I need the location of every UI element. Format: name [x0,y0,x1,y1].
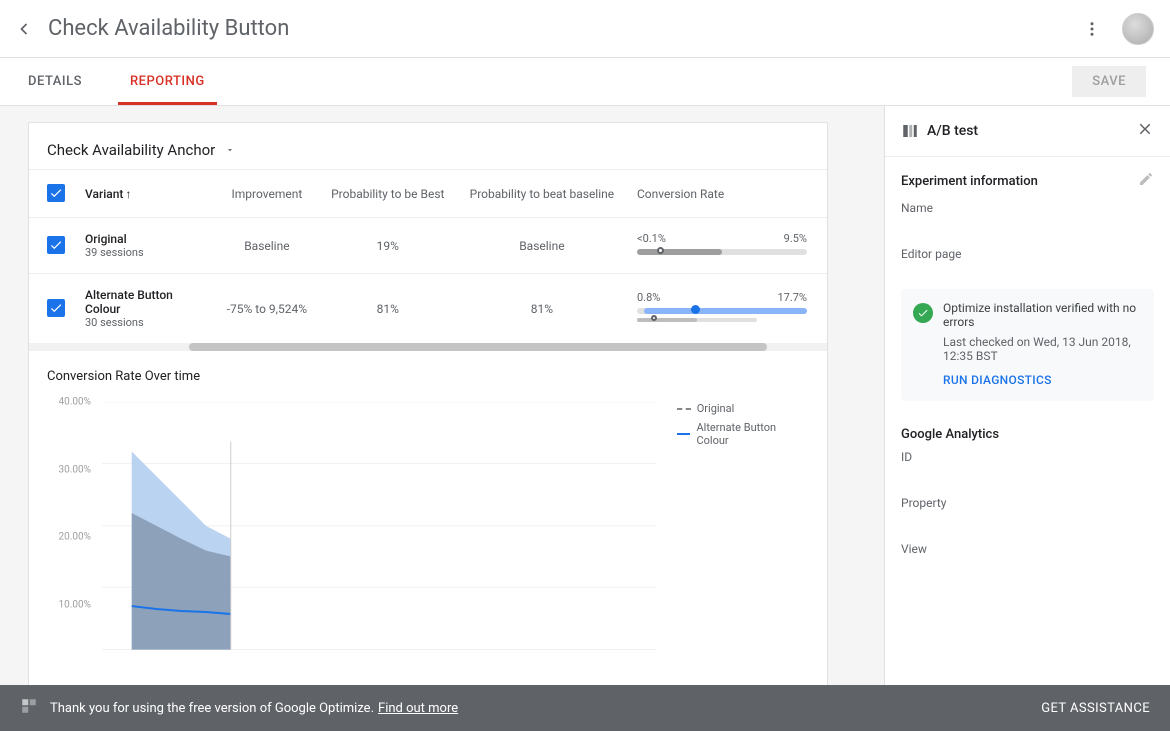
ytick: 10.00% [59,599,91,610]
tab-reporting[interactable]: REPORTING [126,58,209,105]
field-ga-id: ID [885,446,1170,492]
ytick: 30.00% [59,464,91,475]
ytick: 20.00% [59,532,91,543]
chevron-down-icon [225,145,235,155]
field-ga-view: View [885,538,1170,584]
close-panel-button[interactable] [1136,120,1154,142]
conversion-range-bar [637,249,807,255]
field-editor-page: Editor page [885,243,1170,289]
variants-table: Variant↑ Improvement Probability to be B… [29,169,827,343]
run-diagnostics-link[interactable]: RUN DIAGNOSTICS [943,373,1142,387]
sort-asc-icon: ↑ [125,187,131,201]
cr-low: 0.8% [637,291,660,304]
col-conv-rate[interactable]: Conversion Rate [627,170,827,218]
ab-test-icon [901,122,919,140]
section-title: Experiment information [901,174,1038,189]
row-checkbox[interactable] [47,299,65,317]
col-prob-best[interactable]: Probability to be Best [319,170,457,218]
pencil-icon [1138,171,1154,187]
footer-link[interactable]: Find out more [378,701,458,716]
col-improvement[interactable]: Improvement [215,170,319,218]
arrow-left-icon [14,19,34,39]
cell-prob-best: 81% [319,274,457,344]
select-all-checkbox[interactable] [47,184,65,202]
table-row: Original 39 sessions Baseline 19% Baseli… [29,218,827,274]
cell-prob-beat: Baseline [457,218,627,274]
row-checkbox[interactable] [47,236,65,254]
sidebar-panel: A/B test Experiment information Name Edi… [884,106,1170,685]
objective-selector[interactable]: Check Availability Anchor [47,141,235,159]
objective-label: Check Availability Anchor [47,141,215,159]
edit-button[interactable] [1138,171,1154,191]
variant-sessions: 30 sessions [85,316,205,329]
panel-title: A/B test [927,123,978,139]
variant-name: Original [85,232,205,246]
legend-series: Alternate Button Colour [696,421,809,447]
page-title: Check Availability Button [48,16,1074,41]
field-name: Name [885,197,1170,243]
col-variant[interactable]: Variant↑ [75,170,215,218]
user-avatar[interactable] [1122,13,1154,45]
footer-bar: Thank you for using the free version of … [0,685,1170,731]
success-icon [913,303,933,323]
tab-details[interactable]: DETAILS [24,58,86,105]
save-button[interactable]: SAVE [1072,66,1146,97]
cell-improvement: Baseline [215,218,319,274]
cr-high: 17.7% [777,291,807,304]
conversion-chart: 40.00% 30.00% 20.00% 10.00% [47,402,657,672]
legend-series: Original [697,402,735,415]
variant-sessions: 39 sessions [85,246,205,259]
status-timestamp: Last checked on Wed, 13 Jun 2018, 12:35 … [943,335,1142,363]
table-row: Alternate Button Colour 30 sessions -75%… [29,274,827,344]
install-status-card: Optimize installation verified with no e… [901,289,1154,401]
field-ga-property: Property [885,492,1170,538]
cr-low: <0.1% [637,232,666,245]
section-title: Google Analytics [885,419,1170,446]
cr-high: 9.5% [784,232,807,245]
baseline-reference-bar [637,318,757,322]
report-card: Check Availability Anchor Variant↑ [28,122,828,685]
cell-prob-beat: 81% [457,274,627,344]
chart-title: Conversion Rate Over time [47,369,809,384]
col-prob-beat[interactable]: Probability to beat baseline [457,170,627,218]
horizontal-scrollbar[interactable] [29,343,827,351]
get-assistance-button[interactable]: GET ASSISTANCE [1041,701,1150,716]
back-button[interactable] [4,9,44,49]
check-icon [49,238,63,252]
close-icon [1136,120,1154,138]
cell-improvement: -75% to 9,524% [215,274,319,344]
footer-message: Thank you for using the free version of … [50,701,374,716]
more-vert-icon [1083,20,1101,38]
cell-prob-best: 19% [319,218,457,274]
chart-legend: Original Alternate Button Colour [677,402,809,672]
check-icon [49,186,63,200]
conversion-range-bar [637,308,807,314]
check-icon [49,301,63,315]
optimize-icon [20,697,38,719]
status-message: Optimize installation verified with no e… [943,301,1142,329]
ytick: 40.00% [59,397,91,408]
more-menu-button[interactable] [1074,11,1110,47]
variant-name: Alternate Button Colour [85,288,205,316]
